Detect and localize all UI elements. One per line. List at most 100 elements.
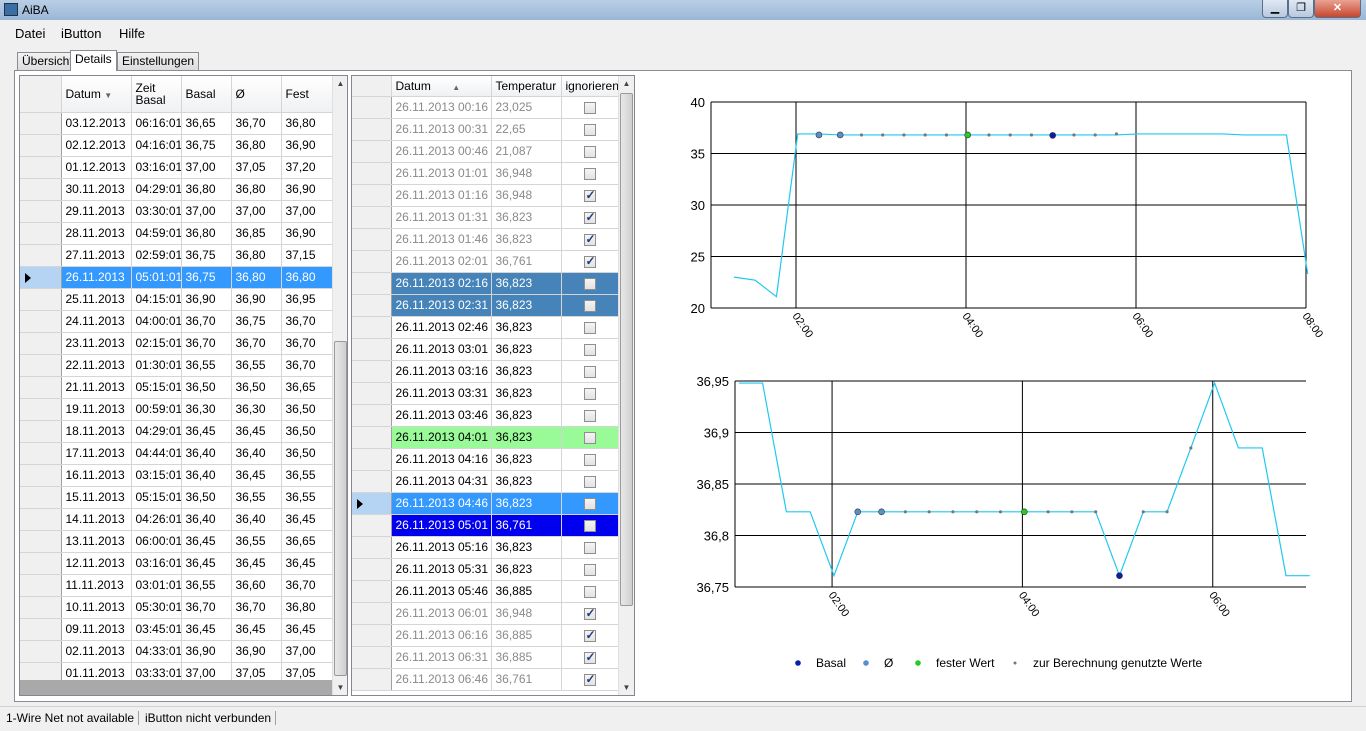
table-cell[interactable]: 05:15:01 [131, 486, 182, 509]
table-cell[interactable]: 36,45 [281, 508, 333, 531]
table-cell[interactable]: 37,00 [281, 200, 333, 223]
measure-date[interactable]: 26.11.2013 02:01 [391, 250, 492, 273]
row-header[interactable] [20, 552, 62, 575]
tab-einstellungen[interactable]: Einstellungen [117, 52, 200, 70]
scroll-down-arrow[interactable]: ▼ [333, 680, 347, 695]
row-header[interactable] [352, 536, 392, 559]
measure-temperature[interactable]: 36,823 [491, 426, 562, 449]
table-cell[interactable]: 36,70 [281, 332, 333, 355]
table-cell[interactable]: 36,45 [281, 552, 333, 575]
row-header[interactable] [20, 486, 62, 509]
table-row[interactable]: 26.11.2013 03:01 36,823 [352, 338, 619, 361]
table-cell[interactable]: 36,65 [181, 112, 232, 135]
table-row[interactable]: 03.12.2013 06:16:01 36,65 36,70 36,80 [20, 112, 333, 135]
ignore-checkbox[interactable] [583, 475, 596, 488]
scroll-thumb[interactable] [334, 341, 347, 676]
table-row[interactable]: 23.11.2013 02:15:01 36,70 36,70 36,70 [20, 332, 333, 355]
row-header[interactable] [352, 404, 392, 427]
table-row[interactable]: 26.11.2013 01:16 36,948 [352, 184, 619, 207]
table-cell[interactable]: 04:16:01 [131, 134, 182, 157]
table-cell[interactable]: 09.11.2013 [61, 618, 132, 641]
measure-temperature[interactable]: 36,948 [491, 184, 562, 207]
table-cell[interactable]: 36,90 [231, 288, 282, 311]
row-header[interactable] [352, 602, 392, 625]
table-cell[interactable]: 36,75 [181, 266, 232, 289]
table-cell[interactable]: 03:30:01 [131, 200, 182, 223]
row-header[interactable] [352, 668, 392, 691]
table-row[interactable]: 26.11.2013 02:31 36,823 [352, 294, 619, 317]
ignore-cell[interactable] [561, 96, 619, 119]
table-row[interactable]: 28.11.2013 04:59:01 36,80 36,85 36,90 [20, 222, 333, 245]
table-row[interactable]: 19.11.2013 00:59:01 36,30 36,30 36,50 [20, 398, 333, 421]
table-row[interactable]: 02.11.2013 04:33:01 36,90 36,90 37,00 [20, 640, 333, 663]
ignore-checkbox[interactable] [583, 210, 596, 224]
table-cell[interactable]: 02:15:01 [131, 332, 182, 355]
ignore-checkbox[interactable] [583, 232, 596, 246]
table-cell[interactable]: 36,40 [231, 442, 282, 465]
days-grid[interactable]: Datum ▼ Zeit Basal Basal Ø Fest 03.12.20… [19, 75, 348, 696]
ignore-cell[interactable] [561, 184, 619, 207]
days-scrollbar[interactable]: ▲ ▼ [332, 76, 347, 695]
ignore-cell[interactable] [561, 602, 619, 625]
ignore-checkbox[interactable] [583, 409, 596, 422]
table-cell[interactable]: 03:45:01 [131, 618, 182, 641]
table-cell[interactable]: 36,30 [181, 398, 232, 421]
table-cell[interactable]: 04:44:01 [131, 442, 182, 465]
ignore-checkbox[interactable] [583, 585, 596, 598]
col-avg[interactable]: Ø [231, 76, 282, 113]
ignore-cell[interactable] [561, 426, 619, 449]
row-header[interactable] [20, 464, 62, 487]
tab-uebersicht[interactable]: Übersicht [17, 52, 78, 70]
table-cell[interactable]: 36,80 [281, 596, 333, 619]
row-header[interactable] [20, 244, 62, 267]
row-header[interactable] [352, 470, 392, 493]
table-row[interactable]: 26.11.2013 05:31 36,823 [352, 558, 619, 581]
measure-temperature[interactable]: 36,823 [491, 558, 562, 581]
table-cell[interactable]: 36,80 [231, 134, 282, 157]
ignore-cell[interactable] [561, 668, 619, 691]
ignore-cell[interactable] [561, 448, 619, 471]
ignore-cell[interactable] [561, 624, 619, 647]
measure-date[interactable]: 26.11.2013 02:16 [391, 272, 492, 295]
measure-temperature[interactable]: 36,823 [491, 316, 562, 339]
measure-date[interactable]: 26.11.2013 03:01 [391, 338, 492, 361]
table-cell[interactable]: 04:29:01 [131, 420, 182, 443]
table-cell[interactable]: 36,80 [281, 112, 333, 135]
ignore-checkbox[interactable] [583, 650, 596, 664]
row-header[interactable] [20, 530, 62, 553]
table-row[interactable]: 26.11.2013 02:16 36,823 [352, 272, 619, 295]
measure-date[interactable]: 26.11.2013 03:31 [391, 382, 492, 405]
row-header[interactable] [352, 382, 392, 405]
measure-date[interactable]: 26.11.2013 01:16 [391, 184, 492, 207]
table-row[interactable]: 26.11.2013 05:01 36,761 [352, 514, 619, 537]
table-cell[interactable]: 05:30:01 [131, 596, 182, 619]
row-header[interactable] [20, 178, 62, 201]
row-header[interactable] [20, 398, 62, 421]
table-cell[interactable]: 36,55 [231, 486, 282, 509]
row-header[interactable] [352, 96, 392, 119]
table-row[interactable]: 10.11.2013 05:30:01 36,70 36,70 36,80 [20, 596, 333, 619]
table-cell[interactable]: 36,55 [181, 354, 232, 377]
measure-date[interactable]: 26.11.2013 00:31 [391, 118, 492, 141]
table-cell[interactable]: 36,40 [181, 508, 232, 531]
row-header[interactable] [352, 646, 392, 669]
ignore-checkbox[interactable] [583, 387, 596, 400]
row-header[interactable] [352, 206, 392, 229]
table-cell[interactable]: 37,00 [181, 200, 232, 223]
row-header[interactable] [352, 228, 392, 251]
row-header[interactable] [352, 294, 392, 317]
ignore-cell[interactable] [561, 250, 619, 273]
measure-temperature[interactable]: 22,65 [491, 118, 562, 141]
table-cell[interactable]: 36,55 [281, 464, 333, 487]
table-cell[interactable]: 04:33:01 [131, 640, 182, 663]
ignore-cell[interactable] [561, 228, 619, 251]
measure-temperature[interactable]: 36,823 [491, 360, 562, 383]
measure-temperature[interactable]: 36,823 [491, 404, 562, 427]
table-cell[interactable]: 13.11.2013 [61, 530, 132, 553]
table-cell[interactable]: 36,75 [181, 244, 232, 267]
row-header[interactable] [20, 112, 62, 135]
table-cell[interactable]: 36,45 [231, 420, 282, 443]
ignore-checkbox[interactable] [583, 628, 596, 642]
row-header[interactable] [20, 508, 62, 531]
scroll-down-arrow[interactable]: ▼ [619, 680, 634, 695]
